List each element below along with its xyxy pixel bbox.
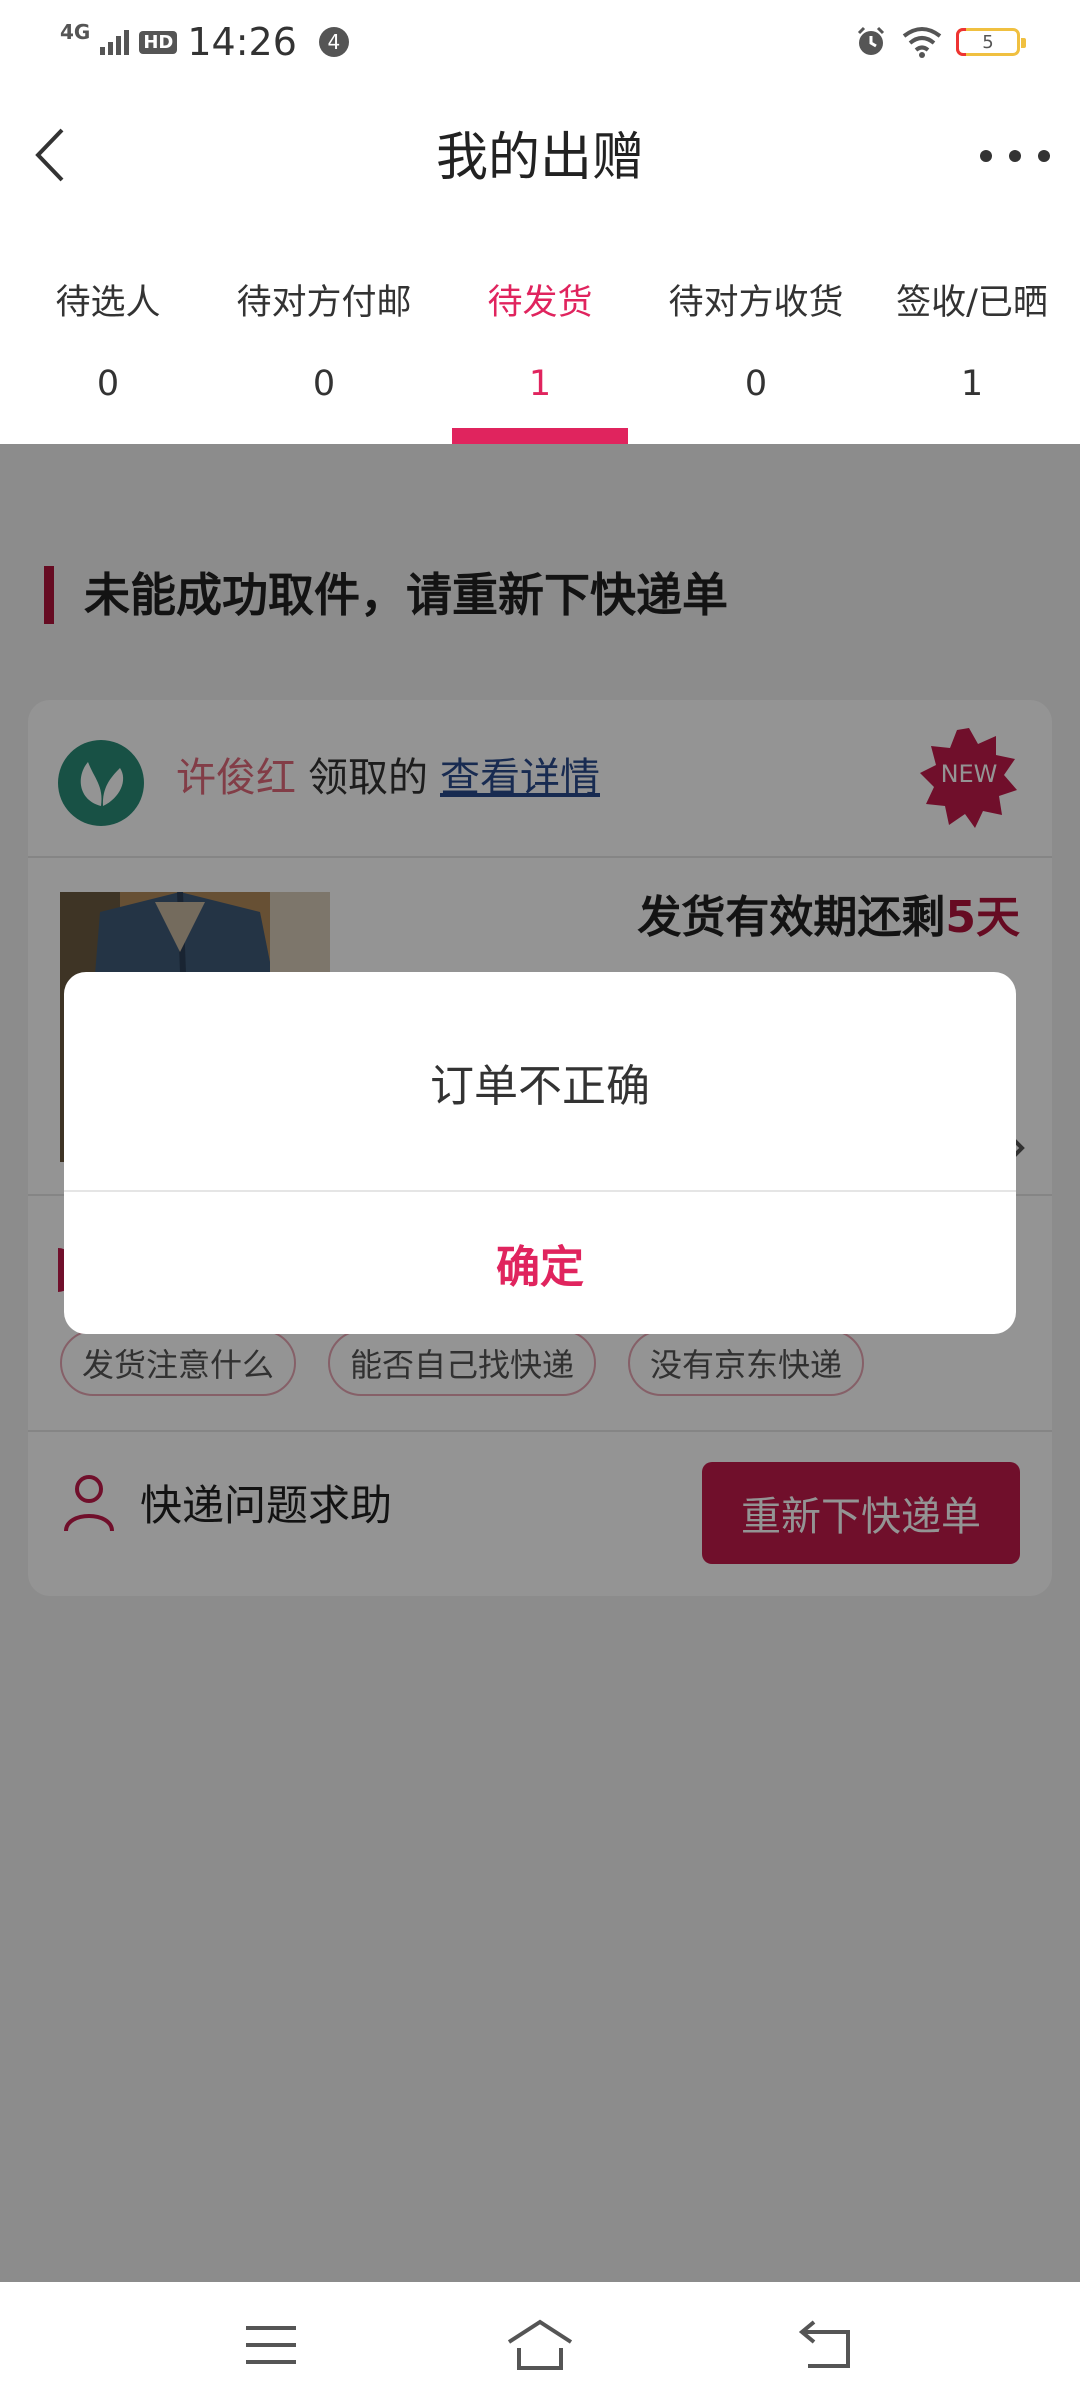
- tab-label: 待发货: [487, 283, 593, 323]
- tab-bar: 待选人 0 待对方付邮 0 待发货 1 待对方收货 0 签收/已晒 1: [0, 234, 1080, 444]
- menu-icon[interactable]: [236, 2312, 306, 2378]
- signal-icon: [100, 29, 130, 55]
- back-nav-icon[interactable]: [790, 2312, 860, 2378]
- battery-level: 5: [982, 31, 994, 53]
- battery-icon: 5: [956, 28, 1026, 56]
- tab-count: 1: [528, 364, 552, 404]
- tab-pending-postage[interactable]: 待对方付邮 0: [216, 234, 432, 444]
- status-bar: 4G HD 14:26 4 5: [0, 0, 1080, 84]
- dialog-message: 订单不正确: [430, 1061, 650, 1112]
- alarm-icon: [857, 26, 885, 55]
- tab-received[interactable]: 签收/已晒 1: [864, 234, 1080, 444]
- more-icon[interactable]: [980, 136, 1050, 176]
- tab-count: 0: [312, 364, 336, 404]
- confirm-button[interactable]: 确定: [64, 1192, 1016, 1334]
- network-type: 4G: [60, 20, 91, 44]
- status-right: 5: [854, 14, 1026, 70]
- tab-count: 0: [96, 364, 120, 404]
- tab-label: 待选人: [55, 283, 161, 323]
- page-title: 我的出赠: [435, 128, 644, 188]
- tab-count: 0: [744, 364, 768, 404]
- clock: 14:26: [187, 20, 297, 64]
- tab-label: 签收/已晒: [896, 283, 1048, 323]
- tab-count: 1: [960, 364, 984, 404]
- tab-label: 待对方付邮: [236, 283, 412, 323]
- hd-badge: HD: [139, 30, 178, 54]
- tab-label: 待对方收货: [668, 283, 844, 323]
- system-nav-bar: [0, 2282, 1080, 2408]
- home-icon[interactable]: [505, 2312, 575, 2378]
- wifi-icon: [902, 27, 942, 58]
- tab-pending-shipment[interactable]: 待发货 1: [432, 234, 648, 444]
- alert-dialog: 订单不正确 确定: [64, 972, 1016, 1334]
- notification-count: 4: [318, 27, 349, 57]
- modal-overlay[interactable]: [0, 444, 1080, 2282]
- tab-pending-selection[interactable]: 待选人 0: [0, 234, 216, 444]
- tab-pending-receipt[interactable]: 待对方收货 0: [648, 234, 864, 444]
- status-left: 4G HD 14:26 4: [60, 14, 349, 70]
- active-tab-indicator: [452, 428, 628, 444]
